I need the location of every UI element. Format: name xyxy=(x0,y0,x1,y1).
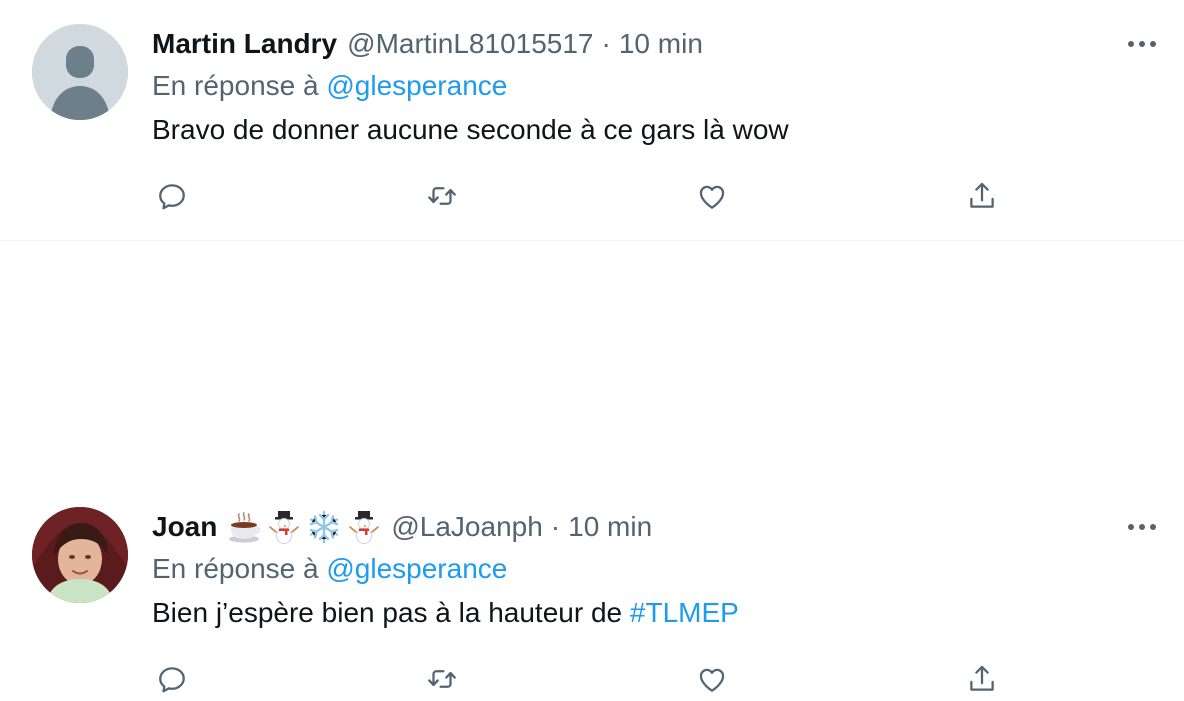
like-button[interactable] xyxy=(690,657,734,701)
retweet-icon xyxy=(428,670,456,688)
reply-icon xyxy=(159,667,185,693)
hot-beverage-emoji-icon xyxy=(229,512,261,543)
tweet[interactable]: Martin Landry @MartinL81015517 · 10 min … xyxy=(0,0,1184,241)
share-icon xyxy=(970,665,994,691)
reply-context: En réponse à @glesperance xyxy=(152,553,507,585)
snowman-emoji-icon xyxy=(349,511,380,544)
like-icon xyxy=(699,668,725,692)
share-icon xyxy=(970,182,994,208)
more-icon xyxy=(1128,524,1156,530)
reply-button[interactable] xyxy=(150,657,194,701)
reply-mention-link[interactable]: @glesperance xyxy=(326,553,507,584)
like-icon xyxy=(699,185,725,209)
timestamp[interactable]: 10 min xyxy=(568,511,652,543)
more-options-button[interactable] xyxy=(1124,26,1160,62)
reply-prefix: En réponse à xyxy=(152,70,319,101)
avatar[interactable] xyxy=(32,24,128,120)
retweet-button[interactable] xyxy=(420,657,464,701)
separator-dot: · xyxy=(601,28,611,59)
tweet-header: Martin Landry @MartinL81015517 · 10 min xyxy=(152,24,703,64)
tweet-text: Bien j’espère bien pas à la hauteur de #… xyxy=(152,597,739,629)
avatar[interactable] xyxy=(32,507,128,603)
more-icon xyxy=(1128,41,1156,47)
retweet-button[interactable] xyxy=(420,174,464,218)
more-options-button[interactable] xyxy=(1124,509,1160,545)
share-button[interactable] xyxy=(960,657,1004,701)
reply-icon xyxy=(159,184,185,210)
tweet-text: Bravo de donner aucune seconde à ce gars… xyxy=(152,114,789,146)
tweet-text-body: Bien j’espère bien pas à la hauteur de xyxy=(152,597,623,628)
timestamp[interactable]: 10 min xyxy=(619,28,703,60)
reply-context: En réponse à @glesperance xyxy=(152,70,507,102)
reply-mention-link[interactable]: @glesperance xyxy=(326,70,507,101)
profile-photo xyxy=(32,507,128,603)
display-name[interactable]: Joan xyxy=(152,511,217,543)
tweet-header: Joan @LaJoanph · 10 min xyxy=(152,507,652,547)
default-avatar-icon xyxy=(32,24,128,120)
tweet[interactable]: Joan @LaJoanph · 10 min En réponse à @gl… xyxy=(0,241,1184,693)
retweet-icon xyxy=(428,187,456,205)
share-button[interactable] xyxy=(960,174,1004,218)
snowflake-emoji-icon xyxy=(310,510,339,544)
user-handle[interactable]: @LaJoanph xyxy=(391,511,542,543)
hashtag-link[interactable]: #TLMEP xyxy=(630,597,739,628)
name-emojis xyxy=(227,510,381,544)
user-handle[interactable]: @MartinL81015517 xyxy=(347,28,593,60)
tweet-text-body: Bravo de donner aucune seconde à ce gars… xyxy=(152,114,789,145)
reply-button[interactable] xyxy=(150,174,194,218)
like-button[interactable] xyxy=(690,174,734,218)
separator-dot: · xyxy=(550,511,561,542)
display-name[interactable]: Martin Landry xyxy=(152,28,337,60)
reply-prefix: En réponse à xyxy=(152,553,319,584)
snowman-emoji-icon xyxy=(269,511,300,544)
